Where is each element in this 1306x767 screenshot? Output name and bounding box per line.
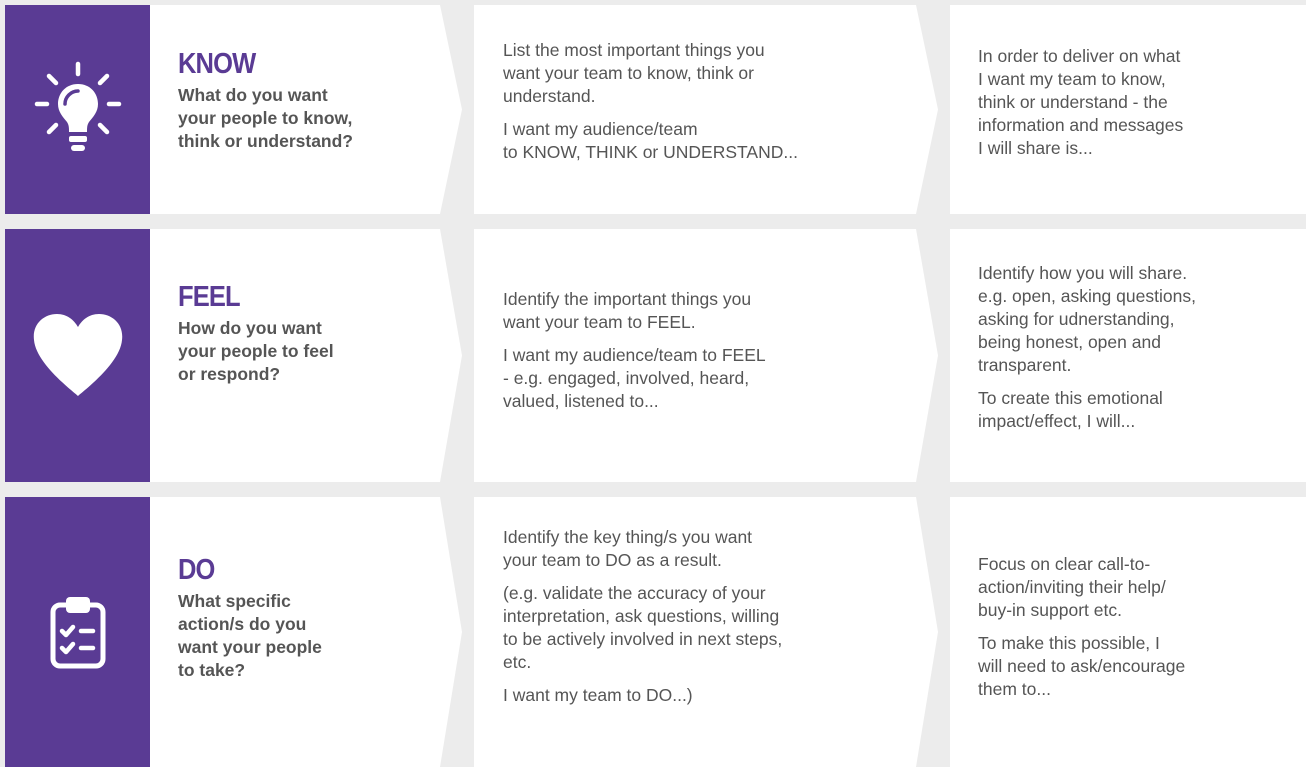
know-title-cell: KNOW What do you want your people to kno…: [150, 5, 462, 214]
do-row: DO What specific action/s do you want yo…: [0, 497, 1306, 767]
feel-question: How do you want your people to feel or r…: [178, 318, 334, 384]
feel-row: FEEL How do you want your people to feel…: [0, 229, 1306, 482]
do-icon-panel: [5, 497, 150, 767]
feel-what-text-1: Identify the important things you want y…: [503, 289, 752, 332]
feel-how-text-1: Identify how you will share. e.g. open, …: [978, 263, 1196, 375]
do-how-cell: Focus on clear call-to- action/inviting …: [950, 497, 1306, 767]
do-what-text-3: I want my team to DO...): [503, 685, 693, 705]
know-row: KNOW What do you want your people to kno…: [0, 5, 1306, 214]
heart-icon: [33, 313, 122, 396]
do-heading: DO: [178, 554, 215, 586]
feel-how-cell: Identify how you will share. e.g. open, …: [950, 229, 1306, 482]
do-how-text-2: To make this possible, I will need to as…: [978, 633, 1186, 699]
feel-how-text-2: To create this emotional impact/effect, …: [978, 388, 1163, 431]
know-what-text-2: I want my audience/team to KNOW, THINK o…: [503, 119, 798, 162]
do-what-text-1: Identify the key thing/s you want your t…: [503, 527, 753, 570]
do-what-text-2: (e.g. validate the accuracy of your inte…: [503, 583, 783, 672]
know-what-cell: List the most important things you want …: [474, 5, 938, 214]
know-question: What do you want your people to know, th…: [178, 85, 353, 151]
lightbulb-icon: [34, 61, 121, 151]
know-how-text-1: In order to deliver on what I want my te…: [978, 46, 1184, 158]
know-icon-panel: [5, 5, 150, 214]
feel-heading: FEEL: [178, 281, 241, 313]
feel-what-cell: Identify the important things you want y…: [474, 229, 938, 482]
clipboard-checklist-icon: [50, 597, 105, 669]
know-what-text-1: List the most important things you want …: [503, 40, 765, 106]
do-what-cell: Identify the key thing/s you want your t…: [474, 497, 938, 767]
do-title-cell: DO What specific action/s do you want yo…: [150, 497, 462, 767]
feel-icon-panel: [5, 229, 150, 482]
do-question: What specific action/s do you want your …: [178, 591, 322, 680]
know-heading: KNOW: [178, 48, 256, 80]
feel-title-cell: FEEL How do you want your people to feel…: [150, 229, 462, 482]
know-how-cell: In order to deliver on what I want my te…: [950, 5, 1306, 214]
feel-what-text-2: I want my audience/team to FEEL - e.g. e…: [503, 345, 766, 411]
do-how-text-1: Focus on clear call-to- action/inviting …: [978, 554, 1166, 620]
